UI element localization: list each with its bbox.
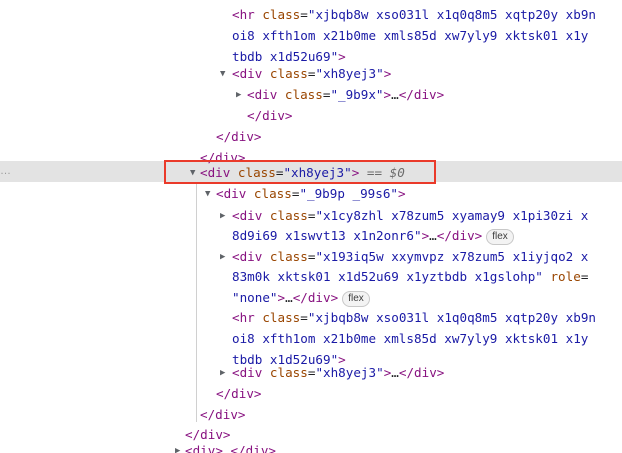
attr-name-token: class — [262, 310, 301, 325]
expand-triangle-right-icon[interactable]: ▶ — [220, 251, 225, 263]
dom-node-line[interactable]: <div class="x1cy8zhl x78zum5 xyamay9 x1p… — [232, 205, 588, 226]
dom-node-line[interactable]: </div> — [216, 126, 262, 147]
tag-token: </div> — [247, 108, 293, 123]
dom-node-line[interactable]: <hr class="xjbqb8w xso031l x1q0q8m5 xqtp… — [232, 4, 596, 25]
dom-node-line[interactable]: </div> — [200, 404, 246, 425]
tag-token: > — [277, 290, 286, 305]
attr-name-token: class — [284, 87, 323, 102]
attr-name-token: class — [269, 66, 308, 81]
tag-token: </div> — [436, 228, 483, 243]
tag-token: <div — [247, 87, 285, 102]
tag-token: > — [338, 49, 346, 64]
attr-name-token: class — [269, 249, 308, 264]
tag-token: <div — [232, 66, 270, 81]
punct-token: … — [429, 228, 437, 243]
punct-token: … — [222, 443, 231, 453]
indent-guide — [196, 182, 197, 422]
attr-name-token: class — [269, 208, 308, 223]
attr-name-token: class — [262, 7, 301, 22]
dom-node-line[interactable]: <div class="xh8yej3">…</div> — [232, 362, 444, 383]
dom-node-line[interactable]: oi8 xfth1om x21b0me xmls85d xw7yly9 xkts… — [232, 25, 588, 46]
attr-value-token: tbdb x1d52u69" — [232, 49, 339, 64]
attr-value-token: "none" — [232, 290, 278, 305]
attr-value-token: "x1cy8zhl x78zum5 xyamay9 x1pi30zi x — [315, 208, 589, 223]
dom-node-line[interactable]: <div class="x193iq5w xxymvpz x78zum5 x1i… — [232, 246, 588, 267]
punct-token: = — [580, 269, 589, 284]
attr-value-token: oi8 xfth1om x21b0me xmls85d xw7yly9 xkts… — [232, 28, 589, 43]
attr-value-token: oi8 xfth1om x21b0me xmls85d xw7yly9 xkts… — [232, 331, 589, 346]
tag-token: </div> — [200, 407, 246, 422]
dom-node-line[interactable]: <div class="_9b9x">…</div> — [247, 84, 444, 105]
punct-token: … — [391, 87, 399, 102]
punct-token: … — [285, 290, 293, 305]
expand-triangle-right-icon[interactable]: ▶ — [220, 367, 225, 379]
tag-token: > — [383, 66, 392, 81]
punct-token: … — [391, 365, 399, 380]
elements-panel: … <hr class="xjbqb8w xso031l x1q0q8m5 xq… — [0, 0, 622, 453]
dom-node-line[interactable]: <div class="xh8yej3"> — [232, 63, 391, 84]
attr-name-token: class — [253, 186, 292, 201]
attr-value-token: "xjbqb8w xso031l x1q0q8m5 xqtp20y xb9n — [307, 310, 596, 325]
attr-name-token: role — [550, 269, 581, 284]
dom-node-line[interactable]: </div> — [216, 383, 262, 404]
dom-node-line[interactable]: <div>…</div> — [185, 440, 276, 453]
attr-value-token: "xh8yej3" — [283, 165, 352, 180]
tag-token: </div> — [398, 87, 445, 102]
attr-value-token: 83m0k xktsk01 x1d52u69 x1yztbdb x1gslohp… — [232, 269, 543, 284]
dom-node-selected[interactable]: <div class="xh8yej3"> == $0 — [200, 162, 405, 183]
flex-badge[interactable]: flex — [486, 229, 514, 245]
tag-token: <div> — [185, 443, 223, 453]
expand-triangle-down-icon[interactable]: ▼ — [205, 188, 210, 200]
tag-token: <hr — [232, 310, 263, 325]
attr-value-token: "xh8yej3" — [315, 66, 384, 81]
tag-token: </div> — [398, 365, 445, 380]
expand-triangle-right-icon[interactable]: ▶ — [220, 210, 225, 222]
expand-triangle-right-icon[interactable]: ▶ — [175, 445, 180, 453]
tag-token: </div> — [216, 129, 262, 144]
dom-node-line[interactable]: 83m0k xktsk01 x1d52u69 x1yztbdb x1gslohp… — [232, 266, 588, 287]
punct-token: = — [300, 310, 308, 325]
attr-value-token: "_9b9p _99s6" — [299, 186, 399, 201]
dom-node-line[interactable]: "none">…</div> flex — [232, 287, 370, 308]
tag-token: <div — [216, 186, 254, 201]
expand-triangle-right-icon[interactable]: ▶ — [236, 89, 241, 101]
tag-token: </div> — [292, 290, 339, 305]
tag-token: </div> — [216, 386, 262, 401]
tag-token: > — [398, 186, 406, 201]
attr-value-token: "xh8yej3" — [315, 365, 384, 380]
tag-token: <div — [232, 365, 270, 380]
flex-badge[interactable]: flex — [342, 291, 370, 307]
dom-node-line[interactable]: 8d9i69 x1swvt13 x1n2onr6">…</div> flex — [232, 225, 514, 246]
tag-token: <div — [232, 249, 270, 264]
tag-token: > — [383, 87, 392, 102]
punct-token: = — [300, 7, 308, 22]
expand-triangle-down-icon[interactable]: ▼ — [220, 68, 225, 80]
attr-name-token: class — [269, 365, 308, 380]
attr-value-token: "xjbqb8w xso031l x1q0q8m5 xqtp20y xb9n — [307, 7, 596, 22]
dom-node-line[interactable]: <div class="_9b9p _99s6"> — [216, 183, 406, 204]
attr-name-token: class — [237, 165, 276, 180]
dom-node-line[interactable]: </div> — [247, 105, 293, 126]
punct-token — [359, 165, 367, 180]
dom-node-line[interactable]: <hr class="xjbqb8w xso031l x1q0q8m5 xqtp… — [232, 307, 596, 328]
attr-value-token: 8d9i69 x1swvt13 x1n2onr6" — [232, 228, 422, 243]
attr-value-token: "x193iq5w xxymvpz x78zum5 x1iyjqo2 x — [315, 249, 589, 264]
attr-value-token: "_9b9x" — [330, 87, 384, 102]
tag-token: <hr — [232, 7, 263, 22]
tag-token: <div — [232, 208, 270, 223]
tag-token: <div — [200, 165, 238, 180]
console-ref-token: == $0 — [366, 165, 405, 180]
dom-node-line[interactable]: oi8 xfth1om x21b0me xmls85d xw7yly9 xkts… — [232, 328, 588, 349]
row-actions-ellipsis[interactable]: … — [0, 161, 11, 182]
expand-triangle-down-icon[interactable]: ▼ — [190, 167, 195, 179]
tag-token: </div> — [230, 443, 277, 453]
